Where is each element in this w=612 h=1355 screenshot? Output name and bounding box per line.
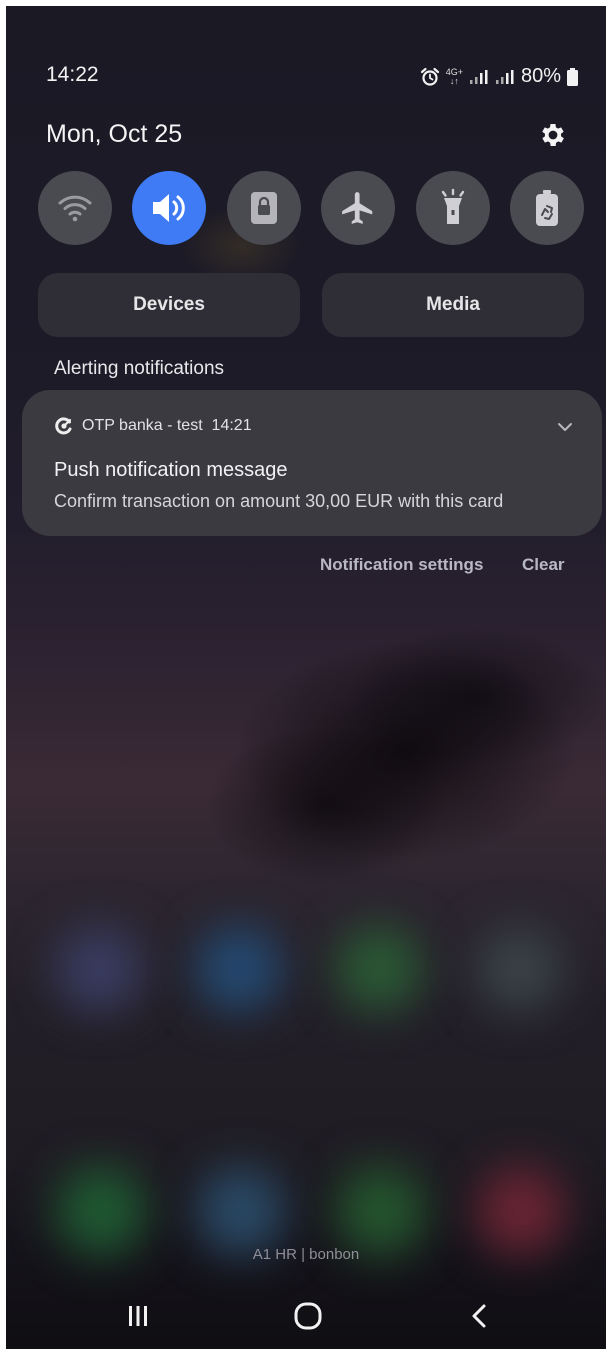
data-arrows-icon: ↓↑	[449, 75, 459, 86]
alarm-icon	[420, 67, 439, 86]
notification-title: Push notification message	[54, 459, 288, 481]
notification-settings-button[interactable]: Notification settings	[320, 555, 483, 575]
battery-icon	[567, 67, 578, 86]
wifi-toggle[interactable]	[38, 171, 112, 245]
notification-card[interactable]: OTP banka - test 14:21 Push notification…	[22, 390, 602, 536]
power-saving-icon	[536, 190, 558, 226]
status-bar: 14:22 4G+ ↓↑ 80%	[6, 61, 606, 91]
notification-app-name: OTP banka - test 14:21	[82, 417, 252, 434]
quick-settings-row	[38, 171, 584, 245]
otp-app-icon	[55, 417, 72, 435]
devices-button[interactable]: Devices	[38, 273, 300, 337]
wallpaper-app-blur	[336, 926, 422, 1012]
screen-lock-toggle[interactable]	[227, 171, 301, 245]
sound-icon	[153, 194, 185, 222]
wallpaper-app-blur	[336, 1166, 426, 1256]
wallpaper-app-blur	[476, 926, 562, 1012]
status-time: 14:22	[46, 63, 99, 86]
recent-apps-icon	[129, 1306, 147, 1326]
network-type: 4G+ ↓↑	[445, 66, 463, 86]
flashlight-toggle[interactable]	[416, 171, 490, 245]
wallpaper-app-blur	[56, 1166, 146, 1256]
wallpaper-app-blur	[476, 1166, 566, 1256]
airplane-toggle[interactable]	[321, 171, 395, 245]
sound-toggle[interactable]	[132, 171, 206, 245]
carrier-label: A1 HR | bonbon	[252, 1246, 360, 1263]
home-button[interactable]	[278, 1296, 338, 1336]
gear-icon[interactable]	[538, 120, 568, 150]
date-label: Mon, Oct 25	[46, 120, 183, 148]
back-button[interactable]	[450, 1296, 510, 1336]
wifi-icon	[58, 195, 92, 222]
battery-percent: 80%	[520, 65, 561, 87]
recent-apps-button[interactable]	[108, 1296, 168, 1336]
back-icon	[472, 1304, 486, 1328]
airplane-icon	[342, 192, 373, 224]
flashlight-icon	[441, 188, 465, 224]
navigation-bar	[6, 1286, 606, 1349]
status-icons: 4G+ ↓↑ 80%	[420, 65, 578, 88]
notification-body: Confirm transaction on amount 30,00 EUR …	[54, 491, 504, 511]
alerting-notifications-title: Alerting notifications	[54, 358, 225, 379]
screen-lock-icon	[251, 192, 277, 224]
notification-time: 14:21	[211, 417, 252, 434]
chevron-down-icon[interactable]	[556, 418, 574, 436]
wallpaper-app-blur	[196, 926, 282, 1012]
home-icon	[294, 1302, 322, 1330]
wallpaper-app-blur	[56, 926, 142, 1012]
clear-button[interactable]: Clear	[522, 555, 565, 575]
media-button[interactable]: Media	[322, 273, 584, 337]
signal-sim2-icon	[495, 69, 514, 84]
notification-shade: 14:22 4G+ ↓↑ 80% Mon, Oct 25 Devices Med…	[6, 6, 606, 1349]
wallpaper-app-blur	[196, 1166, 286, 1256]
power-saving-toggle[interactable]	[510, 171, 584, 245]
signal-sim1-icon	[469, 69, 488, 84]
